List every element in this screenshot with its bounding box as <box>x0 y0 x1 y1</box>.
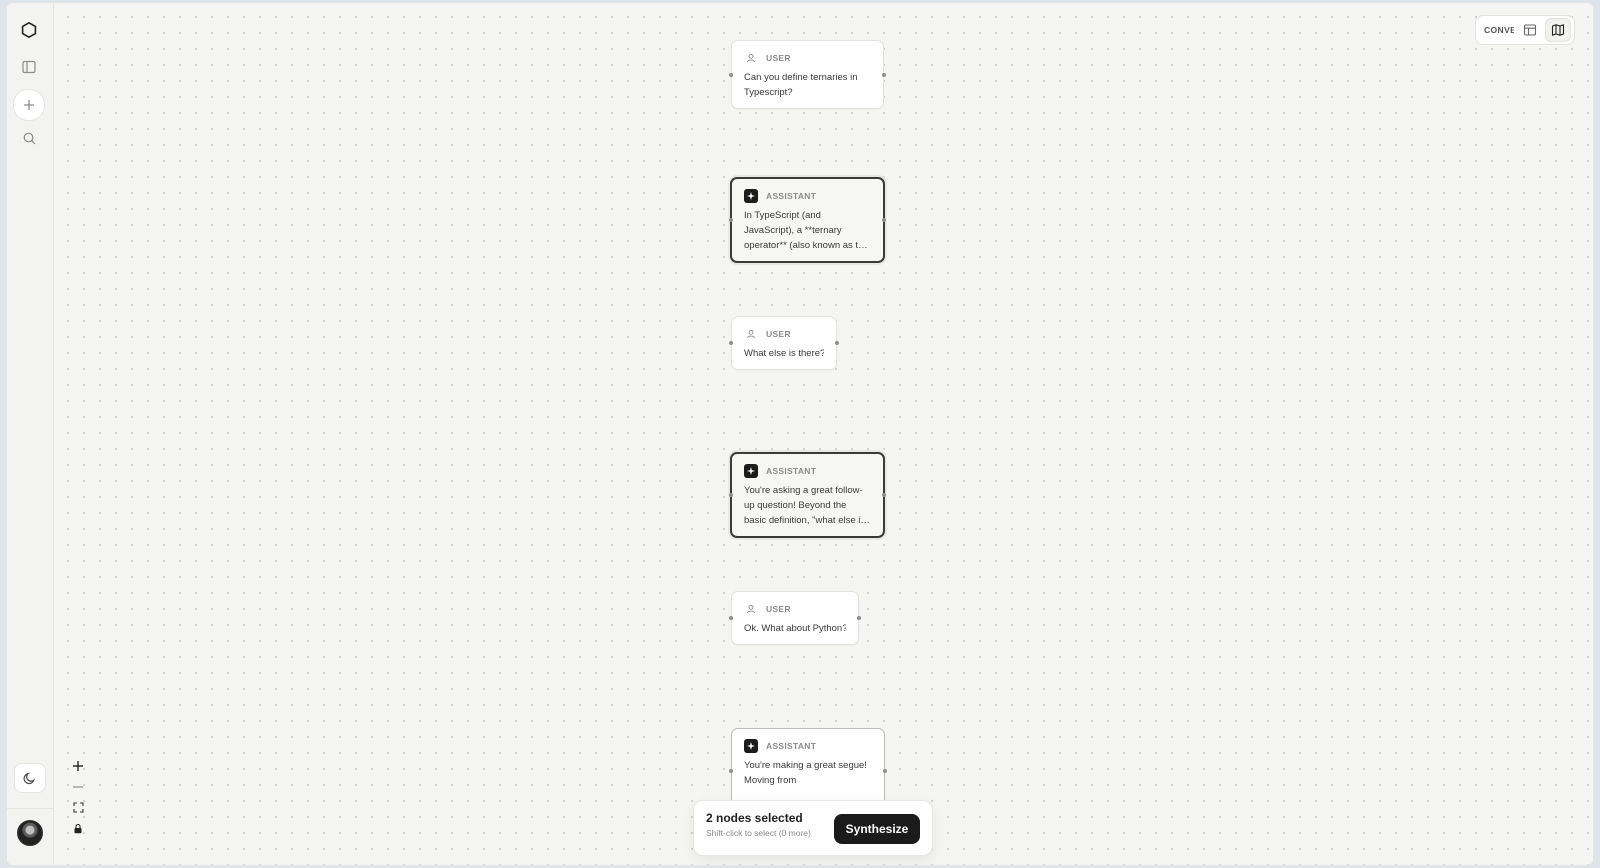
node-handle-left[interactable] <box>729 218 733 222</box>
app-window: USER Can you define ternaries in Typescr… <box>7 3 1593 865</box>
zoom-out-minus-icon[interactable] <box>68 776 88 797</box>
node-message-text: Can you define ternaries in Typescript? <box>744 72 858 98</box>
conversation-tab-label[interactable]: CONVERSATION <box>1484 25 1514 35</box>
message-node-assistant[interactable]: ASSISTANT You're asking a great follow-u… <box>729 452 886 538</box>
view-switcher: CONVERSATION <box>1475 15 1575 45</box>
user-icon <box>744 327 758 341</box>
node-message-text: You're making a great segue! Moving from <box>744 760 867 786</box>
node-handle-left[interactable] <box>729 769 733 773</box>
node-handle-left[interactable] <box>729 493 733 497</box>
assistant-sparkle-icon <box>744 464 758 478</box>
new-chat-plus-icon[interactable] <box>13 89 45 121</box>
message-node-assistant[interactable]: ASSISTANT In TypeScript (and JavaScript)… <box>729 177 886 263</box>
message-node-user[interactable]: USER Ok. What about Python? <box>729 591 861 645</box>
user-icon <box>744 51 758 65</box>
node-handle-right[interactable] <box>882 72 886 77</box>
graph-canvas[interactable]: USER Can you define ternaries in Typescr… <box>54 3 1593 865</box>
fit-view-expand-icon[interactable] <box>68 797 88 818</box>
sidebar <box>7 3 54 865</box>
search-icon[interactable] <box>14 123 44 153</box>
node-role-label: USER <box>766 329 791 339</box>
node-message-text: What else is there? <box>744 348 824 359</box>
node-role-label: USER <box>766 53 791 63</box>
node-handle-left[interactable] <box>729 341 733 345</box>
node-role-label: ASSISTANT <box>766 741 817 751</box>
node-handle-right[interactable] <box>857 616 861 620</box>
toggle-sidebar-icon[interactable] <box>14 52 44 82</box>
selection-toolbar: 2 nodes selected Shift-click to select (… <box>693 800 933 856</box>
node-role-label: USER <box>766 604 791 614</box>
node-role-label: ASSISTANT <box>766 466 817 476</box>
user-avatar[interactable] <box>17 820 43 846</box>
layout-panel-icon[interactable] <box>1518 19 1542 41</box>
node-handle-left[interactable] <box>729 616 733 620</box>
synthesize-button[interactable]: Synthesize <box>834 814 920 844</box>
node-handle-right[interactable] <box>883 769 887 773</box>
lock-icon[interactable] <box>68 818 88 839</box>
node-handle-right[interactable] <box>835 341 839 345</box>
node-role-label: ASSISTANT <box>766 191 817 201</box>
user-icon <box>744 602 758 616</box>
node-message-text: In TypeScript (and JavaScript), a **tern… <box>744 210 869 251</box>
logo-hexagon-icon[interactable] <box>14 15 44 45</box>
node-handle-left[interactable] <box>729 72 733 77</box>
zoom-in-plus-icon[interactable] <box>68 755 88 776</box>
zoom-controls <box>68 755 88 839</box>
node-message-text: You're asking a great follow-up question… <box>744 485 866 526</box>
assistant-sparkle-icon <box>744 189 758 203</box>
node-message-text: Ok. What about Python? <box>744 623 846 634</box>
map-view-icon[interactable] <box>1546 19 1570 41</box>
sidebar-divider <box>7 808 53 809</box>
node-handle-right[interactable] <box>882 218 886 222</box>
node-handle-right[interactable] <box>882 493 886 497</box>
message-node-user[interactable]: USER What else is there? <box>729 316 839 370</box>
message-node-user[interactable]: USER Can you define ternaries in Typescr… <box>729 40 886 109</box>
assistant-sparkle-icon <box>744 739 758 753</box>
theme-toggle-moon-icon[interactable] <box>14 763 46 793</box>
